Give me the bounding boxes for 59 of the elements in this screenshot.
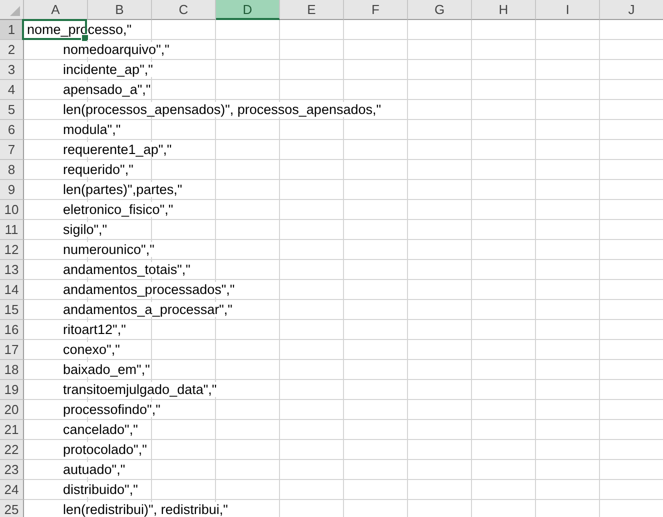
cell-text: ritoart12"," bbox=[63, 322, 126, 337]
cell-text: requerido"," bbox=[63, 162, 134, 177]
cell-text: apensado_a"," bbox=[63, 82, 151, 97]
row-header[interactable]: 6 bbox=[0, 120, 24, 140]
cell-text: cancelado"," bbox=[63, 422, 138, 437]
row-header[interactable]: 25 bbox=[0, 500, 24, 517]
column-header[interactable]: F bbox=[344, 0, 408, 20]
row-header[interactable]: 22 bbox=[0, 440, 24, 460]
cell-text: autuado"," bbox=[63, 462, 126, 477]
cell-text: requerente1_ap"," bbox=[63, 142, 172, 157]
row-header[interactable]: 13 bbox=[0, 260, 24, 280]
row-header[interactable]: 11 bbox=[0, 220, 24, 240]
cell-text: andamentos_totais"," bbox=[63, 262, 190, 277]
row-header[interactable]: 3 bbox=[0, 60, 24, 80]
column-header[interactable]: I bbox=[536, 0, 600, 20]
row-header[interactable]: 5 bbox=[0, 100, 24, 120]
cell-text: nomedoarquivo"," bbox=[63, 42, 170, 57]
row-header[interactable]: 21 bbox=[0, 420, 24, 440]
row-header[interactable]: 19 bbox=[0, 380, 24, 400]
cell-text: baixado_em"," bbox=[63, 362, 150, 377]
row-header[interactable]: 18 bbox=[0, 360, 24, 380]
column-header[interactable]: D bbox=[216, 0, 280, 20]
row-header[interactable]: 16 bbox=[0, 320, 24, 340]
column-header[interactable]: C bbox=[152, 0, 216, 20]
row-header[interactable]: 20 bbox=[0, 400, 24, 420]
row-header[interactable]: 4 bbox=[0, 80, 24, 100]
cell-text: modula"," bbox=[63, 122, 121, 137]
column-header[interactable]: J bbox=[600, 0, 663, 20]
cell-text: sigilo"," bbox=[63, 222, 108, 237]
row-header[interactable]: 17 bbox=[0, 340, 24, 360]
cell-text: andamentos_processados"," bbox=[63, 282, 235, 297]
cell-text: incidente_ap"," bbox=[63, 62, 153, 77]
column-header[interactable]: B bbox=[88, 0, 152, 20]
cell-text: processofindo"," bbox=[63, 402, 160, 417]
cell-text: numerounico"," bbox=[63, 242, 154, 257]
row-header[interactable]: 9 bbox=[0, 180, 24, 200]
row-header[interactable]: 8 bbox=[0, 160, 24, 180]
row-header[interactable]: 12 bbox=[0, 240, 24, 260]
column-header[interactable]: G bbox=[408, 0, 472, 20]
cell-text: conexo"," bbox=[63, 342, 120, 357]
row-header[interactable]: 15 bbox=[0, 300, 24, 320]
row-header[interactable]: 10 bbox=[0, 200, 24, 220]
row-header[interactable]: 24 bbox=[0, 480, 24, 500]
cell-text: len(processos_apensados)", processos_apensados," bbox=[63, 102, 382, 117]
cell-text: len(partes)",partes," bbox=[63, 182, 182, 197]
column-header[interactable]: E bbox=[280, 0, 344, 20]
column-header[interactable]: H bbox=[472, 0, 536, 20]
row-header[interactable]: 7 bbox=[0, 140, 24, 160]
column-header[interactable]: A bbox=[24, 0, 88, 20]
row-header[interactable]: 23 bbox=[0, 460, 24, 480]
row-header[interactable]: 14 bbox=[0, 280, 24, 300]
cell-text: protocolado"," bbox=[63, 442, 147, 457]
row-header[interactable]: 2 bbox=[0, 40, 24, 60]
cell-text: andamentos_a_processar"," bbox=[63, 302, 232, 317]
row-header[interactable]: 1 bbox=[0, 20, 24, 40]
cell-text: distribuido"," bbox=[63, 482, 138, 497]
cell-text: transitoemjulgado_data"," bbox=[63, 382, 217, 397]
cell-text: len(redistribui)", redistribui," bbox=[63, 502, 228, 517]
cell-text: eletronico_fisico"," bbox=[63, 202, 174, 217]
